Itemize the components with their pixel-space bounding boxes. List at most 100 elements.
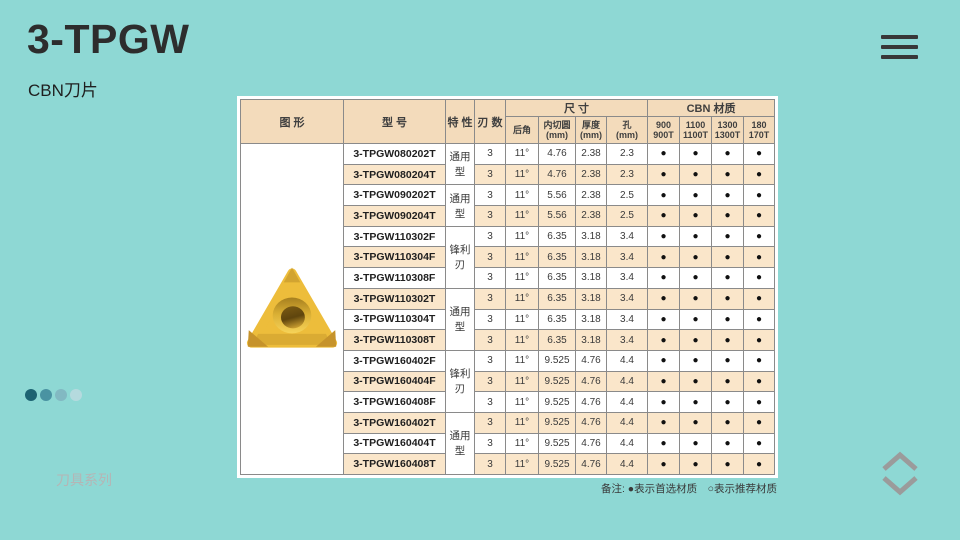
feature-cell: 通用型 bbox=[446, 185, 475, 226]
insert-image-cell bbox=[241, 144, 344, 475]
thickness-cell: 2.38 bbox=[576, 206, 607, 227]
relief-angle-cell: 11° bbox=[506, 454, 539, 475]
cbn-dot-cell: ● bbox=[648, 454, 680, 475]
pagination-dot[interactable] bbox=[40, 389, 52, 401]
thickness-cell: 4.76 bbox=[576, 350, 607, 371]
hamburger-icon bbox=[881, 35, 918, 39]
cbn-dot-cell: ● bbox=[680, 433, 712, 454]
hole-cell: 3.4 bbox=[607, 247, 648, 268]
thickness-cell: 3.18 bbox=[576, 247, 607, 268]
cbn-dot-cell: ● bbox=[712, 330, 744, 351]
cbn-dot-cell: ● bbox=[744, 164, 775, 185]
cbn-dot-cell: ● bbox=[680, 185, 712, 206]
inscribed-circle-cell: 4.76 bbox=[539, 164, 576, 185]
header-hole: 孔 (mm) bbox=[607, 117, 648, 144]
feature-cell: 通用型 bbox=[446, 412, 475, 474]
thickness-cell: 2.38 bbox=[576, 164, 607, 185]
header-image-col: 图 形 bbox=[241, 100, 344, 144]
model-cell: 3-TPGW110308F bbox=[344, 268, 446, 289]
cbn-dot-cell: ● bbox=[680, 206, 712, 227]
header-cbn-1300: 1300 1300T bbox=[712, 117, 744, 144]
cbn-dot-cell: ● bbox=[648, 164, 680, 185]
model-cell: 3-TPGW110308T bbox=[344, 330, 446, 351]
cbn-dot-cell: ● bbox=[648, 185, 680, 206]
chevron-up-icon[interactable] bbox=[880, 451, 920, 472]
header-dims-group: 尺 寸 bbox=[506, 100, 648, 117]
cbn-dot-cell: ● bbox=[680, 350, 712, 371]
model-cell: 3-TPGW110304F bbox=[344, 247, 446, 268]
cbn-dot-cell: ● bbox=[712, 433, 744, 454]
inscribed-circle-cell: 6.35 bbox=[539, 288, 576, 309]
inscribed-circle-cell: 6.35 bbox=[539, 330, 576, 351]
header-cbn-1100: 1100 1100T bbox=[680, 117, 712, 144]
inscribed-circle-cell: 9.525 bbox=[539, 392, 576, 413]
cbn-dot-cell: ● bbox=[712, 268, 744, 289]
cbn-dot-cell: ● bbox=[744, 226, 775, 247]
edges-cell: 3 bbox=[475, 371, 506, 392]
cbn-dot-cell: ● bbox=[648, 309, 680, 330]
header-cbn-group: CBN 材质 bbox=[648, 100, 775, 117]
hole-cell: 2.5 bbox=[607, 185, 648, 206]
relief-angle-cell: 11° bbox=[506, 288, 539, 309]
chevron-down-icon[interactable] bbox=[880, 475, 920, 496]
inscribed-circle-cell: 9.525 bbox=[539, 371, 576, 392]
cbn-dot-cell: ● bbox=[744, 185, 775, 206]
edges-cell: 3 bbox=[475, 226, 506, 247]
pagination-dot[interactable] bbox=[70, 389, 82, 401]
thickness-cell: 3.18 bbox=[576, 309, 607, 330]
hamburger-icon bbox=[881, 55, 918, 59]
cbn-dot-cell: ● bbox=[712, 350, 744, 371]
hole-cell: 3.4 bbox=[607, 309, 648, 330]
cbn-dot-cell: ● bbox=[744, 371, 775, 392]
menu-button[interactable] bbox=[881, 35, 918, 59]
relief-angle-cell: 11° bbox=[506, 433, 539, 454]
cbn-dot-cell: ● bbox=[648, 268, 680, 289]
header-cbn-900: 900 900T bbox=[648, 117, 680, 144]
scroll-controls bbox=[880, 451, 920, 496]
thickness-cell: 2.38 bbox=[576, 144, 607, 165]
spec-table: 图 形 型 号 特 性 刃 数 尺 寸 CBN 材质 后角 内切圆 (mm) 厚… bbox=[240, 99, 775, 475]
feature-cell: 锋利刃 bbox=[446, 350, 475, 412]
inscribed-circle-cell: 5.56 bbox=[539, 206, 576, 227]
feature-cell: 通用型 bbox=[446, 144, 475, 185]
relief-angle-cell: 11° bbox=[506, 247, 539, 268]
thickness-cell: 4.76 bbox=[576, 412, 607, 433]
relief-angle-cell: 11° bbox=[506, 330, 539, 351]
pagination-dot[interactable] bbox=[55, 389, 67, 401]
feature-cell: 锋利刃 bbox=[446, 226, 475, 288]
cbn-dot-cell: ● bbox=[680, 412, 712, 433]
cbn-dot-cell: ● bbox=[680, 392, 712, 413]
cbn-dot-cell: ● bbox=[744, 309, 775, 330]
header-cbn-180: 180 170T bbox=[744, 117, 775, 144]
hole-cell: 3.4 bbox=[607, 288, 648, 309]
relief-angle-cell: 11° bbox=[506, 392, 539, 413]
cbn-dot-cell: ● bbox=[680, 330, 712, 351]
cbn-dot-cell: ● bbox=[744, 206, 775, 227]
edges-cell: 3 bbox=[475, 144, 506, 165]
model-cell: 3-TPGW090202T bbox=[344, 185, 446, 206]
thickness-cell: 4.76 bbox=[576, 392, 607, 413]
table-row: 3-TPGW080202T通用型311°4.762.382.3●●●● bbox=[241, 144, 775, 165]
pagination-dot[interactable] bbox=[25, 389, 37, 401]
header-edges-col: 刃 数 bbox=[475, 100, 506, 144]
hole-cell: 2.5 bbox=[607, 206, 648, 227]
model-cell: 3-TPGW160404T bbox=[344, 433, 446, 454]
cbn-dot-cell: ● bbox=[712, 247, 744, 268]
cbn-dot-cell: ● bbox=[648, 371, 680, 392]
inscribed-circle-cell: 6.35 bbox=[539, 247, 576, 268]
cbn-dot-cell: ● bbox=[744, 454, 775, 475]
hole-cell: 4.4 bbox=[607, 412, 648, 433]
thickness-cell: 4.76 bbox=[576, 371, 607, 392]
cbn-dot-cell: ● bbox=[744, 412, 775, 433]
thickness-cell: 3.18 bbox=[576, 330, 607, 351]
cbn-dot-cell: ● bbox=[648, 412, 680, 433]
table-header: 图 形 型 号 特 性 刃 数 尺 寸 CBN 材质 后角 内切圆 (mm) 厚… bbox=[241, 100, 775, 144]
cbn-dot-cell: ● bbox=[648, 144, 680, 165]
thickness-cell: 3.18 bbox=[576, 288, 607, 309]
inscribed-circle-cell: 6.35 bbox=[539, 268, 576, 289]
hole-cell: 4.4 bbox=[607, 454, 648, 475]
relief-angle-cell: 11° bbox=[506, 309, 539, 330]
hole-cell: 3.4 bbox=[607, 226, 648, 247]
relief-angle-cell: 11° bbox=[506, 350, 539, 371]
cbn-dot-cell: ● bbox=[712, 371, 744, 392]
